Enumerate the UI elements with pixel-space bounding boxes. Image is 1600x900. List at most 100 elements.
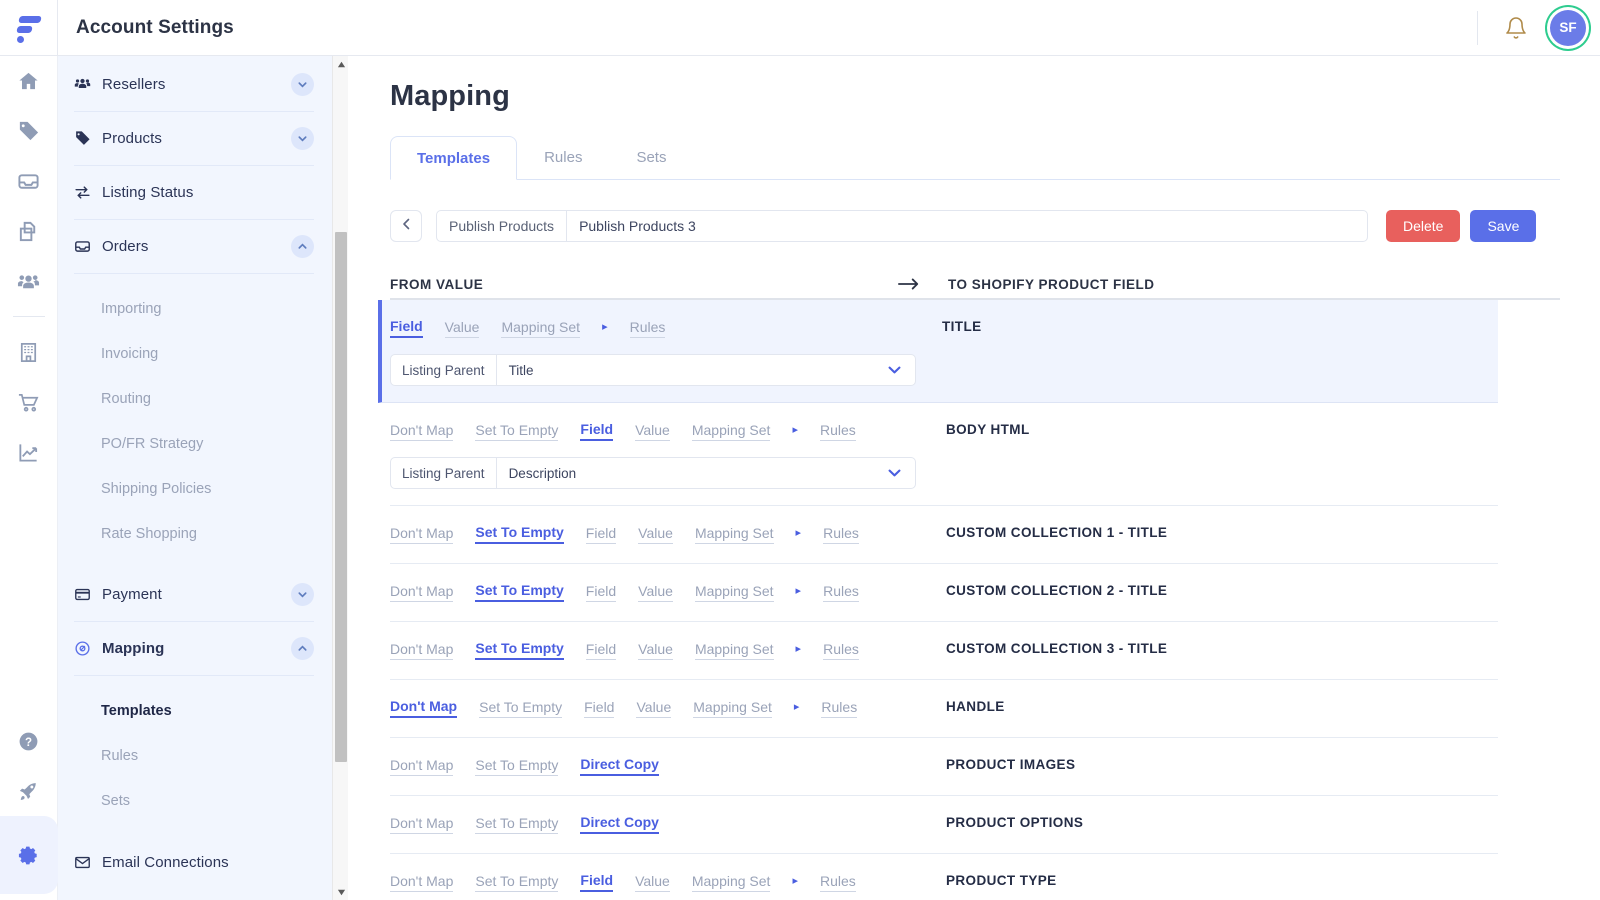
tag-icon[interactable] xyxy=(0,106,58,156)
mapping-option-mapping-set[interactable]: Mapping Set xyxy=(692,873,771,892)
sidebar-item-po-fr-strategy[interactable]: PO/FR Strategy xyxy=(74,421,314,466)
mapping-option-don-t-map[interactable]: Don't Map xyxy=(390,757,453,776)
mapping-option-mapping-set[interactable]: Mapping Set xyxy=(695,641,774,660)
expand-triangle-icon[interactable]: ▸ xyxy=(792,874,798,890)
home-icon[interactable] xyxy=(0,56,58,106)
mapping-option-rules[interactable]: Rules xyxy=(823,641,859,660)
building-icon[interactable] xyxy=(0,327,58,377)
sidebar-item-resellers[interactable]: Resellers xyxy=(74,58,314,112)
mapping-option-value[interactable]: Value xyxy=(635,422,670,441)
sidebar-item-payment[interactable]: Payment xyxy=(74,568,314,622)
expand-triangle-icon[interactable]: ▸ xyxy=(792,423,798,439)
mapping-option-set-to-empty[interactable]: Set To Empty xyxy=(475,524,563,544)
app-logo[interactable] xyxy=(0,0,58,56)
mapping-option-field[interactable]: Field xyxy=(580,872,613,892)
documents-icon[interactable] xyxy=(0,206,58,256)
analytics-icon[interactable] xyxy=(0,427,58,477)
template-name-input[interactable]: Publish Products 3 xyxy=(567,211,1367,241)
sidebar-item-products[interactable]: Products xyxy=(74,112,314,166)
back-button[interactable] xyxy=(390,210,422,242)
scroll-down-arrow-icon[interactable] xyxy=(333,884,348,900)
mapping-option-mapping-set[interactable]: Mapping Set xyxy=(695,525,774,544)
mapping-option-set-to-empty[interactable]: Set To Empty xyxy=(475,582,563,602)
mapping-option-value[interactable]: Value xyxy=(638,583,673,602)
tab-sets[interactable]: Sets xyxy=(609,135,693,179)
sidebar-item-shipping-policies[interactable]: Shipping Policies xyxy=(74,466,314,511)
mapping-option-mapping-set[interactable]: Mapping Set xyxy=(693,699,772,718)
rocket-icon[interactable] xyxy=(0,766,58,816)
mapping-option-field[interactable]: Field xyxy=(586,583,616,602)
chevron-down-icon[interactable] xyxy=(291,127,314,150)
mapping-option-don-t-map[interactable]: Don't Map xyxy=(390,873,453,892)
mapping-option-set-to-empty[interactable]: Set To Empty xyxy=(475,422,558,441)
mapping-option-don-t-map[interactable]: Don't Map xyxy=(390,815,453,834)
source-field-select[interactable]: Listing ParentDescription xyxy=(390,457,916,489)
tab-rules[interactable]: Rules xyxy=(517,135,609,179)
sidebar-item-sets[interactable]: Sets xyxy=(74,778,314,823)
mapping-option-rules[interactable]: Rules xyxy=(821,699,857,718)
mapping-option-mapping-set[interactable]: Mapping Set xyxy=(501,319,580,338)
chevron-up-icon[interactable] xyxy=(291,235,314,258)
expand-triangle-icon[interactable]: ▸ xyxy=(796,584,802,600)
mapping-option-field[interactable]: Field xyxy=(584,699,614,718)
scrollbar-thumb[interactable] xyxy=(335,232,347,762)
expand-triangle-icon[interactable]: ▸ xyxy=(794,700,800,716)
mapping-option-set-to-empty[interactable]: Set To Empty xyxy=(479,699,562,718)
chevron-down-icon[interactable] xyxy=(888,355,915,385)
chevron-down-icon[interactable] xyxy=(291,583,314,606)
mapping-option-direct-copy[interactable]: Direct Copy xyxy=(580,756,659,776)
delete-button[interactable]: Delete xyxy=(1386,210,1460,242)
mapping-option-set-to-empty[interactable]: Set To Empty xyxy=(475,815,558,834)
mapping-option-rules[interactable]: Rules xyxy=(820,873,856,892)
sidebar-scrollbar[interactable] xyxy=(332,56,348,900)
mapping-option-direct-copy[interactable]: Direct Copy xyxy=(580,814,659,834)
mapping-option-set-to-empty[interactable]: Set To Empty xyxy=(475,757,558,776)
sidebar-item-rules[interactable]: Rules xyxy=(74,733,314,778)
tab-templates[interactable]: Templates xyxy=(390,136,517,180)
help-icon[interactable]: ? xyxy=(0,716,58,766)
shopping-cart-icon[interactable] xyxy=(0,377,58,427)
mapping-option-don-t-map[interactable]: Don't Map xyxy=(390,641,453,660)
mapping-option-value[interactable]: Value xyxy=(636,699,671,718)
mapping-option-value[interactable]: Value xyxy=(638,525,673,544)
sidebar-item-email-connections[interactable]: Email Connections xyxy=(74,835,314,889)
expand-triangle-icon[interactable]: ▸ xyxy=(796,526,802,542)
mapping-option-don-t-map[interactable]: Don't Map xyxy=(390,422,453,441)
mapping-option-value[interactable]: Value xyxy=(635,873,670,892)
mapping-option-field[interactable]: Field xyxy=(390,318,423,338)
sidebar-item-invoicing[interactable]: Invoicing xyxy=(74,331,314,376)
sidebar-item-mapping[interactable]: Mapping xyxy=(74,622,314,676)
mapping-option-mapping-set[interactable]: Mapping Set xyxy=(695,583,774,602)
mapping-option-don-t-map[interactable]: Don't Map xyxy=(390,583,453,602)
mapping-option-field[interactable]: Field xyxy=(586,525,616,544)
sidebar-item-listing-status[interactable]: Listing Status xyxy=(74,166,314,220)
users-icon[interactable] xyxy=(0,256,58,306)
sidebar-item-rate-shopping[interactable]: Rate Shopping xyxy=(74,511,314,556)
mapping-option-rules[interactable]: Rules xyxy=(630,319,666,338)
sidebar-item-templates[interactable]: Templates xyxy=(74,688,314,733)
save-button[interactable]: Save xyxy=(1470,210,1536,242)
chevron-down-icon[interactable] xyxy=(291,73,314,96)
expand-triangle-icon[interactable]: ▸ xyxy=(796,642,802,658)
scroll-up-arrow-icon[interactable] xyxy=(333,56,348,72)
mapping-option-rules[interactable]: Rules xyxy=(823,583,859,602)
chevron-up-icon[interactable] xyxy=(291,637,314,660)
notification-bell-icon[interactable] xyxy=(1504,16,1528,40)
sidebar-item-routing[interactable]: Routing xyxy=(74,376,314,421)
mapping-option-don-t-map[interactable]: Don't Map xyxy=(390,698,457,718)
mapping-option-rules[interactable]: Rules xyxy=(823,525,859,544)
mapping-option-value[interactable]: Value xyxy=(638,641,673,660)
chevron-down-icon[interactable] xyxy=(888,458,915,488)
sidebar-item-orders[interactable]: Orders xyxy=(74,220,314,274)
sidebar-item-importing[interactable]: Importing xyxy=(74,286,314,331)
expand-triangle-icon[interactable]: ▸ xyxy=(602,320,608,336)
mapping-option-value[interactable]: Value xyxy=(445,319,480,338)
mapping-option-set-to-empty[interactable]: Set To Empty xyxy=(475,640,563,660)
template-name-field[interactable]: Publish Products Publish Products 3 xyxy=(436,210,1368,242)
settings-gear-icon[interactable] xyxy=(0,830,58,880)
mapping-option-field[interactable]: Field xyxy=(586,641,616,660)
mapping-option-don-t-map[interactable]: Don't Map xyxy=(390,525,453,544)
mapping-option-set-to-empty[interactable]: Set To Empty xyxy=(475,873,558,892)
mapping-option-field[interactable]: Field xyxy=(580,421,613,441)
mapping-option-rules[interactable]: Rules xyxy=(820,422,856,441)
